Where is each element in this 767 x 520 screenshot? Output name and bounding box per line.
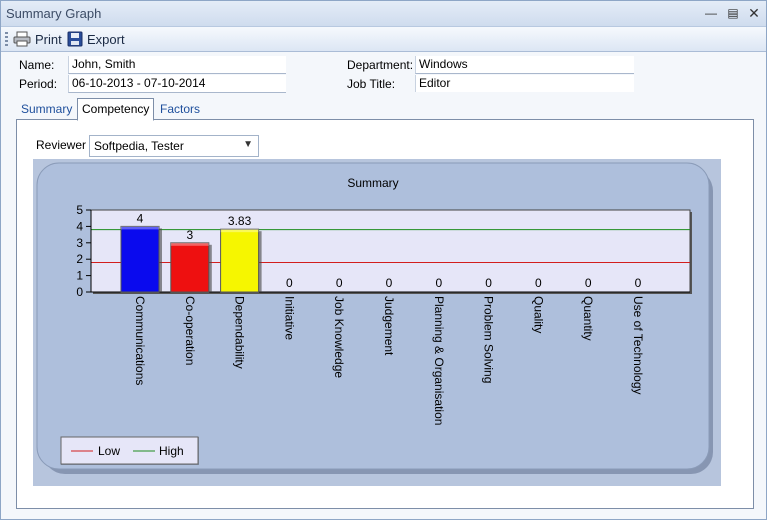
print-button[interactable]: Print [13, 30, 62, 48]
data-label: 0 [485, 276, 492, 290]
reviewer-label: Reviewer [36, 138, 87, 152]
tab-summary[interactable]: Summary [17, 100, 76, 119]
job-title-value: Editor [415, 75, 634, 92]
chevron-down-icon[interactable]: ▼ [243, 139, 253, 150]
job-title-label: Job Title: [347, 77, 396, 91]
x-tick-label: Judgement [382, 296, 396, 356]
y-tick-label: 2 [76, 252, 83, 266]
chart-container: Summary 0 1 2 3 4 5 4 Communications 3 Co-operati… [33, 159, 721, 486]
x-tick-label: Job Knowledge [332, 296, 346, 378]
x-tick-label: Quantity [581, 296, 595, 341]
name-value: John, Smith [68, 56, 286, 74]
tab-competency[interactable]: Competency [77, 98, 155, 121]
legend-low-label: Low [98, 444, 120, 458]
data-label: 3 [186, 228, 193, 242]
bar-co-operation [170, 242, 210, 293]
title-bar[interactable]: Summary Graph — ▤ ✕ [1, 1, 766, 27]
toolbar-grip-icon[interactable] [5, 32, 8, 46]
department-value: Windows [415, 56, 634, 74]
data-label: 0 [435, 276, 442, 290]
minimize-button[interactable]: — [701, 4, 721, 22]
x-tick-label: Dependability [233, 296, 247, 369]
x-tick-label: Co-operation [183, 296, 197, 365]
data-label: 0 [635, 276, 642, 290]
chart-title: Summary [347, 176, 398, 190]
name-label: Name: [19, 58, 55, 72]
data-label: 0 [535, 276, 542, 290]
period-label: Period: [19, 77, 58, 91]
y-tick-label: 3 [76, 236, 83, 250]
bar-highlight [121, 226, 159, 230]
data-label: 0 [336, 276, 343, 290]
x-tick-label: Problem Solving [482, 296, 496, 383]
data-label: 0 [585, 276, 592, 290]
window-title: Summary Graph [6, 6, 102, 21]
summary-chart: Summary 0 1 2 3 4 5 4 Communications 3 Co-operati… [33, 159, 721, 486]
x-tick-label: Quality [531, 296, 545, 333]
y-tick-label: 4 [76, 219, 83, 233]
maximize-button[interactable]: ▤ [723, 4, 743, 22]
y-tick-label: 5 [76, 203, 83, 217]
print-label: Print [35, 31, 62, 47]
data-label: 0 [286, 276, 293, 290]
reviewer-selected-value: Softpedia, Tester [94, 139, 184, 153]
reviewer-select[interactable]: Softpedia, Tester ▼ [89, 135, 259, 157]
bar-highlight [170, 242, 209, 246]
data-label: 0 [386, 276, 393, 290]
data-label: 3.83 [228, 214, 252, 228]
export-label: Export [87, 31, 125, 47]
bar-communications [120, 225, 160, 293]
y-tick-label: 0 [76, 285, 83, 299]
bar-dependability [220, 228, 260, 293]
printer-icon [13, 31, 31, 47]
export-button[interactable]: Export [67, 30, 125, 48]
x-tick-label: Communications [133, 296, 147, 385]
department-label: Department: [347, 58, 414, 72]
y-tick-label: 1 [76, 269, 83, 283]
data-label: 4 [137, 211, 144, 225]
bar-highlight [220, 229, 259, 233]
tab-factors[interactable]: Factors [156, 100, 204, 119]
toolbar: Print Export [1, 27, 766, 52]
close-button[interactable]: ✕ [744, 4, 764, 22]
x-tick-label: Initiative [282, 296, 296, 340]
legend-high-label: High [159, 444, 184, 458]
x-tick-label: Use of Technology [631, 296, 645, 395]
x-tick-label: Planning & Organisation [432, 296, 446, 425]
period-value: 06-10-2013 - 07-10-2014 [68, 75, 286, 93]
save-disk-icon [67, 31, 83, 47]
